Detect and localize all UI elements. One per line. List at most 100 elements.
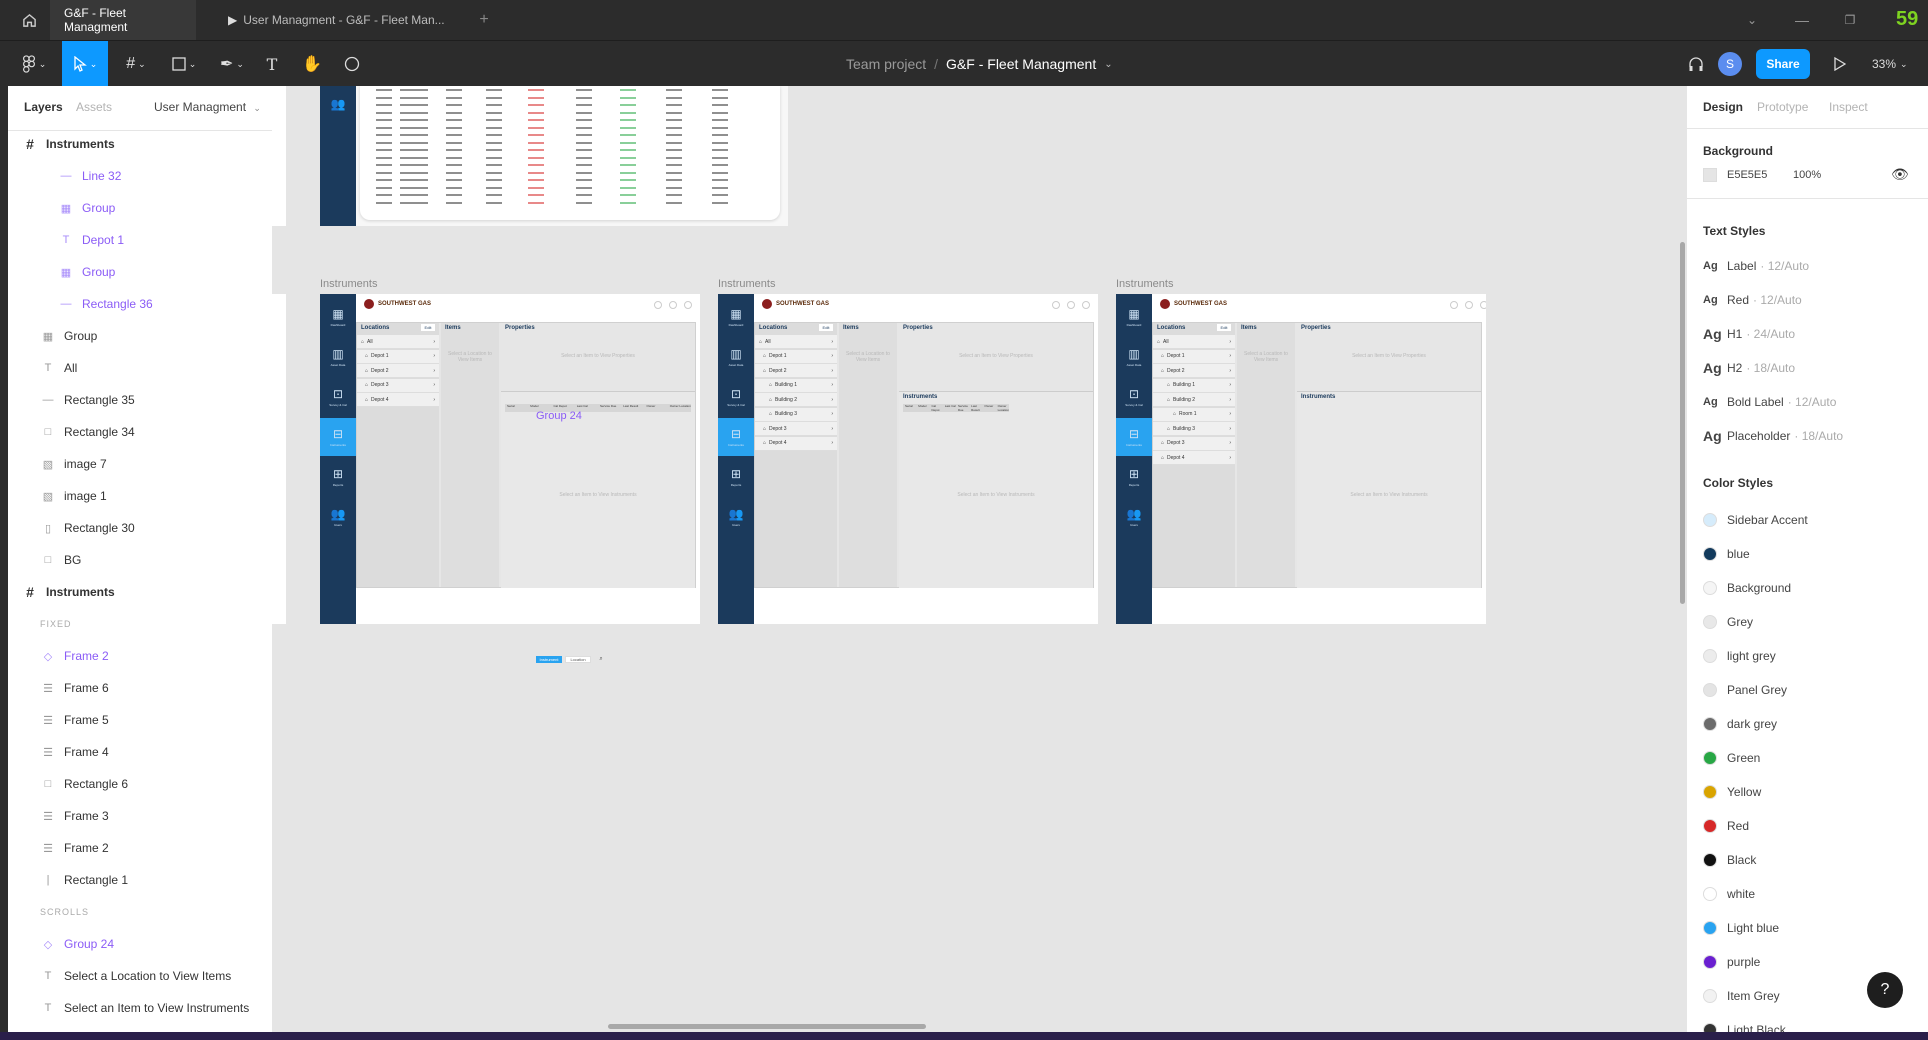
location-tree-item[interactable]: ⌂ Building 3 › bbox=[1153, 422, 1235, 436]
location-tree-item[interactable]: ⌂ All › bbox=[755, 335, 837, 349]
home-icon[interactable] bbox=[14, 0, 44, 40]
layer-row[interactable]: TSelect an Item to View Properites bbox=[8, 1024, 272, 1032]
layer-row[interactable]: □ BG bbox=[8, 544, 272, 576]
main-menu-icon[interactable]: ⌄ bbox=[14, 41, 54, 87]
instruments-frame[interactable]: ▦ Dashboard ▥ Asset Data ⊡ Survey & Cal ⊟ Instr… bbox=[320, 294, 700, 624]
help-icon[interactable] bbox=[669, 301, 677, 309]
location-tree-item[interactable]: ⌂ Building 1 › bbox=[755, 378, 837, 393]
layer-row[interactable]: T Select a Location to View Items bbox=[8, 960, 272, 992]
location-tree-item[interactable]: ⌂ Depot 4 › bbox=[1153, 451, 1235, 465]
color-style-item[interactable]: Background bbox=[1703, 578, 1791, 598]
tab-inspect[interactable]: Inspect bbox=[1829, 100, 1868, 114]
edit-button[interactable]: Edit bbox=[1217, 324, 1231, 331]
layer-row[interactable]: T Select an Item to View Instruments bbox=[8, 992, 272, 1024]
tab-prototype[interactable]: Prototype bbox=[1757, 100, 1808, 114]
tab-fleet-managment[interactable]: G&F - Fleet Managment bbox=[50, 0, 196, 40]
layer-row[interactable]: □ Rectangle 6 bbox=[8, 768, 272, 800]
layer-row[interactable]: T All bbox=[8, 352, 272, 384]
layer-row[interactable]: — Line 32 bbox=[8, 160, 272, 192]
sidebar-item-users[interactable]: 👥 Users bbox=[1116, 498, 1152, 536]
color-style-item[interactable]: Black bbox=[1703, 850, 1756, 870]
selected-group-label[interactable]: Group 24 bbox=[536, 410, 582, 422]
layer-row[interactable]: — Rectangle 35 bbox=[8, 384, 272, 416]
move-tool-icon[interactable]: ⌄ bbox=[62, 41, 108, 87]
settings-icon[interactable] bbox=[654, 301, 662, 309]
sidebar-item-reports[interactable]: ⊞ Reports bbox=[320, 458, 356, 496]
layer-row[interactable]: □ Rectangle 34 bbox=[8, 416, 272, 448]
background-swatch[interactable] bbox=[1703, 168, 1717, 182]
frame-label[interactable]: Instruments bbox=[320, 278, 377, 290]
sidebar-item-dashboard[interactable]: ▦ Dashboard bbox=[320, 298, 356, 336]
text-style-item[interactable]: Ag H1 · 24/Auto bbox=[1703, 324, 1795, 344]
share-button[interactable]: Share bbox=[1756, 49, 1810, 79]
project-name[interactable]: Team project bbox=[846, 56, 926, 72]
restore-icon[interactable]: ❐ bbox=[1838, 0, 1862, 40]
location-tree-item[interactable]: ⌂ Depot 2 › bbox=[357, 364, 439, 378]
sidebar-item-reports[interactable]: ⊞ Reports bbox=[1116, 458, 1152, 496]
color-style-item[interactable]: Grey bbox=[1703, 612, 1753, 632]
location-tree-item[interactable]: ⌂ All › bbox=[1153, 335, 1235, 349]
location-tree-item[interactable]: ⌂ Depot 4 › bbox=[755, 436, 837, 451]
layer-row[interactable]: ☰ Frame 4 bbox=[8, 736, 272, 768]
sidebar-item-asset-data[interactable]: ▥ Asset Data bbox=[320, 338, 356, 376]
layer-row[interactable]: ◇ Frame 2 bbox=[8, 640, 272, 672]
sidebar-item-dashboard[interactable]: ▦ Dashboard bbox=[1116, 298, 1152, 336]
sidebar-item-survey-cal[interactable]: ⊡ Survey & Cal bbox=[1116, 378, 1152, 416]
location-tree-item[interactable]: ⌂ Depot 4 › bbox=[357, 393, 439, 407]
file-name[interactable]: G&F - Fleet Managment bbox=[946, 56, 1096, 72]
color-style-item[interactable]: Red bbox=[1703, 816, 1749, 836]
layer-row[interactable]: | Rectangle 1 bbox=[8, 864, 272, 896]
layer-row[interactable]: # Instruments bbox=[8, 128, 272, 160]
sidebar-item-asset-data[interactable]: ▥ Asset Data bbox=[718, 338, 754, 376]
frame-tool-icon[interactable]: # ⌄ bbox=[116, 41, 156, 87]
vertical-scrollbar[interactable] bbox=[1680, 242, 1685, 604]
text-style-item[interactable]: Ag Red · 12/Auto bbox=[1703, 290, 1802, 310]
frame-label[interactable]: Instruments bbox=[1116, 278, 1173, 290]
instruments-frame[interactable]: ▦ Dashboard ▥ Asset Data ⊡ Survey & Cal ⊟ Instr… bbox=[1116, 294, 1486, 624]
tab-user-managment[interactable]: ▶ User Managment - G&F - Fleet Man... bbox=[214, 0, 464, 40]
color-style-item[interactable]: white bbox=[1703, 884, 1755, 904]
avatar[interactable]: S bbox=[1718, 52, 1742, 76]
text-style-item[interactable]: Ag Placeholder · 18/Auto bbox=[1703, 426, 1843, 446]
eye-icon[interactable]: 👁 bbox=[1891, 166, 1909, 183]
location-tree-item[interactable]: ⌂ Building 2 › bbox=[755, 393, 837, 407]
chevron-down-icon[interactable]: ⌄ bbox=[1104, 59, 1112, 70]
chevron-down-icon[interactable]: ⌄ bbox=[1740, 0, 1764, 40]
color-style-item[interactable]: Panel Grey bbox=[1703, 680, 1787, 700]
sidebar-item-dashboard[interactable]: ▦ Dashboard bbox=[718, 298, 754, 336]
edit-button[interactable]: Edit bbox=[421, 324, 435, 331]
layer-row[interactable]: ☰ Frame 6 bbox=[8, 672, 272, 704]
location-tree-item[interactable]: ⌂ Building 3 › bbox=[755, 407, 837, 422]
layer-row[interactable]: ▦ Group bbox=[8, 320, 272, 352]
color-style-item[interactable]: Green bbox=[1703, 748, 1760, 768]
new-tab-icon[interactable]: + bbox=[472, 0, 496, 40]
location-tree-item[interactable]: ⌂ Depot 3 › bbox=[357, 378, 439, 393]
instruments-frame[interactable]: ▦ Dashboard ▥ Asset Data ⊡ Survey & Cal ⊟ Instr… bbox=[718, 294, 1098, 624]
minimize-icon[interactable]: — bbox=[1790, 0, 1814, 40]
settings-icon[interactable] bbox=[1450, 301, 1458, 309]
layer-row[interactable]: ☰ Frame 3 bbox=[8, 800, 272, 832]
location-tree-item[interactable]: ⌂ Depot 1 › bbox=[1153, 349, 1235, 364]
sidebar-item-reports[interactable]: ⊞ Reports bbox=[718, 458, 754, 496]
location-tree-item[interactable]: ⌂ Depot 1 › bbox=[357, 349, 439, 364]
text-style-item[interactable]: Ag Label · 12/Auto bbox=[1703, 256, 1809, 276]
sidebar-item-instruments[interactable]: ⊟ Instruments bbox=[718, 418, 754, 456]
comment-tool-icon[interactable] bbox=[338, 41, 366, 87]
help-button[interactable]: ? bbox=[1867, 972, 1903, 1008]
shape-tool-icon[interactable]: ⌄ bbox=[164, 41, 204, 87]
account-icon[interactable] bbox=[684, 301, 692, 309]
sidebar-item-instruments[interactable]: ⊟ Instruments bbox=[1116, 418, 1152, 456]
color-style-item[interactable]: Light blue bbox=[1703, 918, 1779, 938]
text-style-item[interactable]: Ag Bold Label · 12/Auto bbox=[1703, 392, 1836, 412]
sidebar-item-survey-cal[interactable]: ⊡ Survey & Cal bbox=[718, 378, 754, 416]
background-hex[interactable]: E5E5E5 bbox=[1727, 169, 1767, 181]
color-style-item[interactable]: Sidebar Accent bbox=[1703, 510, 1808, 530]
location-tree-item[interactable]: ⌂ Building 2 › bbox=[1153, 393, 1235, 407]
zoom-control[interactable]: 33% ⌄ bbox=[1872, 41, 1908, 87]
location-tree-item[interactable]: ⌂ Building 1 › bbox=[1153, 378, 1235, 393]
help-icon[interactable] bbox=[1465, 301, 1473, 309]
account-icon[interactable] bbox=[1082, 301, 1090, 309]
edit-button[interactable]: Edit bbox=[819, 324, 833, 331]
location-tree-item[interactable]: ⌂ All › bbox=[357, 335, 439, 349]
sidebar-item-instruments[interactable]: ⊟ Instruments bbox=[320, 418, 356, 456]
